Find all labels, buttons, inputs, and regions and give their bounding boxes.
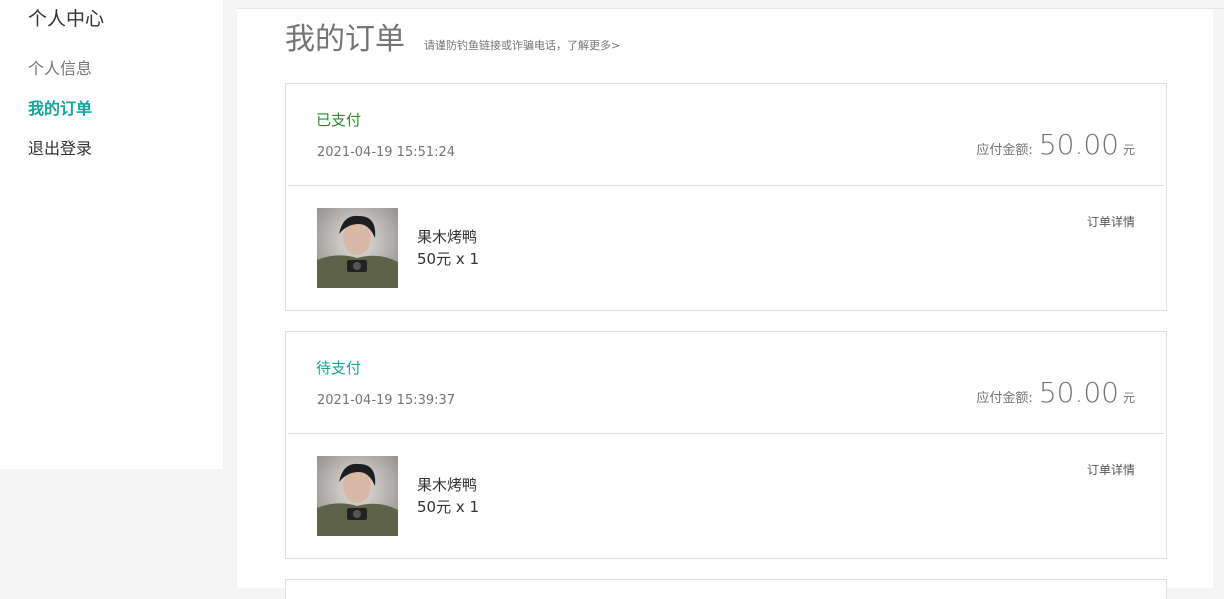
- amount-label: 应付金额:: [976, 143, 1033, 158]
- sidebar-title: 个人中心: [28, 8, 105, 30]
- order-card-partial: [285, 579, 1167, 599]
- amount-value: 50.00: [1038, 376, 1119, 409]
- amount-label: 应付金额:: [976, 391, 1033, 406]
- amount-unit: 元: [1122, 391, 1135, 405]
- order-header: 已支付 2021-04-19 15:51:24 应付金额: 50.00 元: [286, 84, 1166, 186]
- anti-fraud-notice-link[interactable]: 请谨防钓鱼链接或诈骗电话，了解更多>: [424, 38, 620, 54]
- amount-unit: 元: [1122, 143, 1135, 157]
- product-thumbnail[interactable]: [317, 456, 398, 536]
- main-panel: 我的订单 请谨防钓鱼链接或诈骗电话，了解更多> 已支付 2021-04-19 1…: [237, 9, 1213, 599]
- page-title: 我的订单: [285, 22, 405, 57]
- sidebar: 个人中心 个人信息 我的订单 退出登录: [0, 0, 223, 469]
- order-status: 已支付: [316, 111, 362, 129]
- order-card: 已支付 2021-04-19 15:51:24 应付金额: 50.00 元 果木…: [285, 83, 1167, 311]
- order-divider: [288, 433, 1164, 434]
- order-detail-link[interactable]: 订单详情: [1087, 214, 1135, 231]
- order-time: 2021-04-19 15:39:37: [317, 393, 456, 408]
- order-divider: [288, 185, 1164, 186]
- order-card: 待支付 2021-04-19 15:39:37 应付金额: 50.00 元 果木…: [285, 331, 1167, 559]
- order-header: 待支付 2021-04-19 15:39:37 应付金额: 50.00 元: [286, 332, 1166, 434]
- order-amount: 应付金额: 50.00 元: [976, 376, 1135, 410]
- product-name[interactable]: 果木烤鸭: [417, 474, 477, 496]
- sidebar-item-logout[interactable]: 退出登录: [28, 138, 92, 160]
- order-detail-link[interactable]: 订单详情: [1087, 462, 1135, 479]
- order-status: 待支付: [316, 359, 362, 377]
- amount-value: 50.00: [1038, 128, 1119, 161]
- product-price: 50元 x 1: [417, 498, 480, 516]
- order-time: 2021-04-19 15:51:24: [317, 145, 456, 160]
- product-thumbnail[interactable]: [317, 208, 398, 288]
- product-name[interactable]: 果木烤鸭: [417, 226, 477, 248]
- order-amount: 应付金额: 50.00 元: [976, 128, 1135, 162]
- product-price: 50元 x 1: [417, 250, 480, 268]
- sidebar-item-profile[interactable]: 个人信息: [28, 58, 92, 80]
- sidebar-item-orders[interactable]: 我的订单: [28, 98, 92, 120]
